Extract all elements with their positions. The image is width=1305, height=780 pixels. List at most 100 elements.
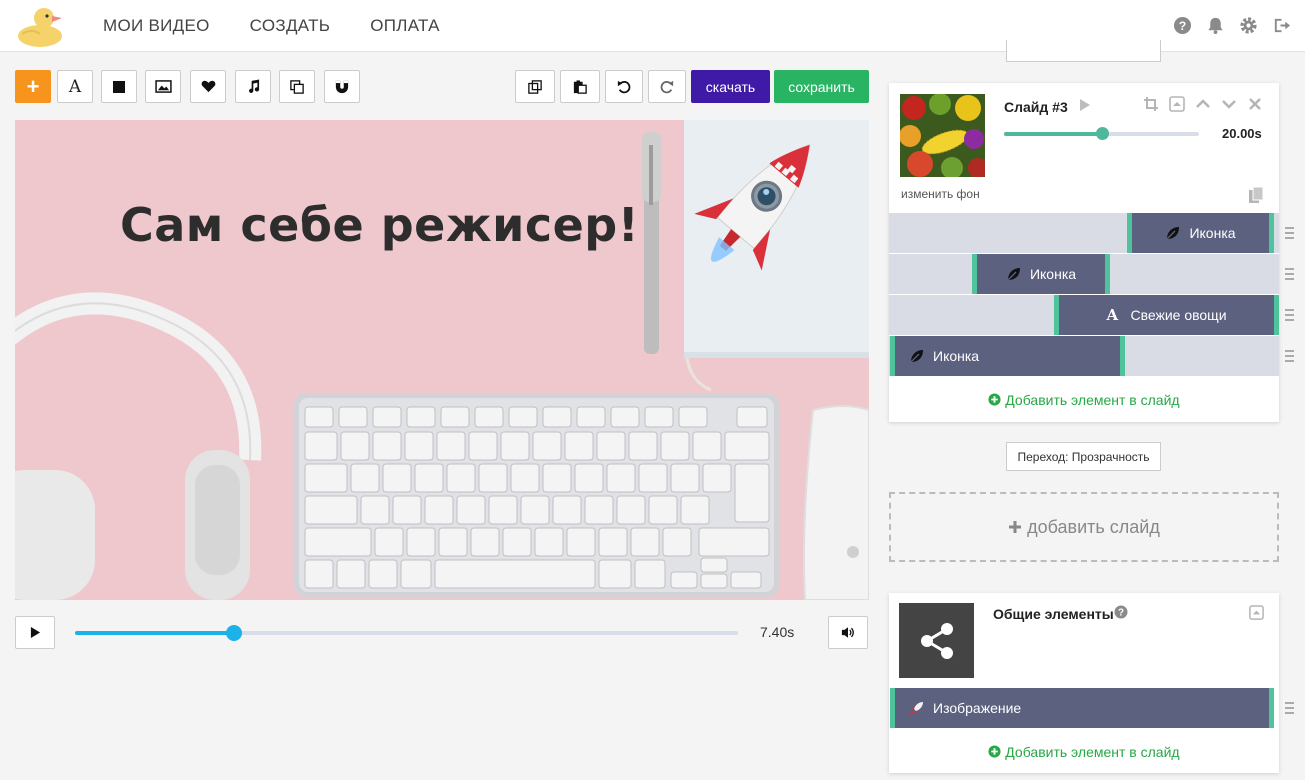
drag-handle-icon[interactable]	[1285, 702, 1294, 714]
slide-play-icon[interactable]	[1078, 98, 1092, 112]
slide-card: изменить фон Слайд #3 20.00s Иконка Икон…	[889, 83, 1294, 422]
heart-icon	[201, 80, 215, 93]
add-slide-button[interactable]: добавить слайд	[889, 492, 1279, 562]
main-nav: МОИ ВИДЕО СОЗДАТЬ ОПЛАТА	[103, 16, 440, 36]
add-element-label: Добавить элемент в слайд	[1005, 392, 1180, 408]
slide-duration-label: 20.00s	[1222, 126, 1262, 141]
slide-title: Слайд #3	[1004, 99, 1068, 115]
element-label: Иконка	[1189, 225, 1236, 241]
add-element-label: Добавить элемент в слайд	[1005, 744, 1180, 760]
move-down-icon[interactable]	[1221, 96, 1237, 112]
common-elements-title: Общие элементы	[993, 606, 1114, 622]
nav-my-videos[interactable]: МОИ ВИДЕО	[103, 16, 210, 36]
canvas-title-text[interactable]: Сам себе режисер!	[120, 198, 639, 252]
timeline-thumb[interactable]	[226, 625, 243, 641]
svg-text:?: ?	[1118, 608, 1124, 619]
canvas-background-image	[15, 120, 869, 600]
timeline-progress	[75, 631, 235, 635]
volume-button[interactable]	[828, 616, 868, 649]
add-shape-button[interactable]	[101, 70, 137, 103]
element-bar[interactable]: A Свежие овощи	[1054, 295, 1279, 335]
magnet-icon	[335, 80, 349, 93]
undo-icon	[617, 80, 631, 93]
rocket-icon	[909, 702, 923, 716]
square-icon	[113, 80, 125, 93]
paste-button[interactable]	[560, 70, 600, 103]
element-row: Иконка	[889, 254, 1279, 294]
slide-duration-progress	[1004, 132, 1102, 136]
help-icon[interactable]: ?	[1114, 605, 1128, 619]
element-bar[interactable]: Иконка	[1127, 213, 1274, 253]
collapse-icon[interactable]	[1249, 605, 1264, 620]
add-element-link[interactable]: Добавить элемент в слайд	[889, 392, 1279, 408]
header-icons: ?	[1173, 16, 1291, 35]
previous-transition-button[interactable]	[1006, 40, 1161, 62]
element-row: Изображение	[889, 688, 1279, 728]
common-elements-thumbnail	[899, 603, 974, 678]
redo-icon	[660, 80, 674, 93]
copy-style-button[interactable]	[515, 70, 555, 103]
drag-handle-icon[interactable]	[1285, 227, 1294, 239]
add-button[interactable]: +	[15, 70, 51, 103]
element-row: Иконка	[889, 336, 1279, 376]
move-up-icon[interactable]	[1195, 96, 1211, 112]
leaf-icon	[1007, 268, 1020, 281]
add-element-link[interactable]: Добавить элемент в слайд	[889, 744, 1279, 760]
magnet-button[interactable]	[324, 70, 360, 103]
element-bar[interactable]: Иконка	[890, 336, 1125, 376]
add-text-button[interactable]: A	[57, 70, 93, 103]
svg-text:?: ?	[1179, 19, 1187, 33]
add-slide-label: добавить слайд	[1027, 516, 1160, 537]
collapse-icon[interactable]	[1169, 96, 1185, 112]
music-note-icon	[248, 79, 259, 93]
undo-button[interactable]	[605, 70, 643, 103]
drag-handle-icon[interactable]	[1285, 309, 1294, 321]
play-icon	[30, 627, 40, 638]
element-row: Иконка	[889, 213, 1279, 253]
slide-duration-thumb[interactable]	[1095, 127, 1109, 140]
nav-payment[interactable]: ОПЛАТА	[370, 16, 440, 36]
duck-logo-icon[interactable]	[14, 4, 64, 48]
save-button[interactable]: сохранить	[774, 70, 869, 103]
bell-icon[interactable]	[1206, 16, 1225, 35]
add-sticker-button[interactable]	[190, 70, 226, 103]
transition-button[interactable]: Переход: Прозрачность	[1006, 442, 1161, 471]
current-time: 7.40s	[760, 624, 795, 640]
logout-icon[interactable]	[1272, 16, 1291, 35]
drag-handle-icon[interactable]	[1285, 350, 1294, 362]
duplicate-button[interactable]	[279, 70, 315, 103]
nav-create[interactable]: СОЗДАТЬ	[250, 16, 331, 36]
redo-button[interactable]	[648, 70, 686, 103]
play-button[interactable]	[15, 616, 55, 649]
element-label: Иконка	[1029, 266, 1077, 282]
drag-handle-icon[interactable]	[1285, 268, 1294, 280]
delete-slide-icon[interactable]	[1247, 96, 1263, 112]
slide-thumbnail[interactable]	[900, 94, 985, 177]
add-music-button[interactable]	[235, 70, 271, 103]
element-bar[interactable]: Изображение	[890, 688, 1274, 728]
share-icon	[920, 622, 953, 659]
crop-icon[interactable]	[1143, 96, 1159, 112]
help-icon[interactable]: ?	[1173, 16, 1192, 35]
image-icon	[154, 80, 172, 93]
plus-circle-icon	[988, 745, 1001, 758]
duplicate-slide-icon[interactable]	[1247, 186, 1265, 204]
slide-controls	[1143, 96, 1263, 112]
leaf-icon	[1166, 227, 1180, 240]
leaf-icon	[910, 350, 923, 363]
element-label: Иконка	[933, 348, 980, 364]
download-button[interactable]: скачать	[691, 70, 770, 103]
add-image-button[interactable]	[145, 70, 181, 103]
copy-icon	[290, 79, 304, 94]
element-bar[interactable]: Иконка	[972, 254, 1110, 294]
element-row: A Свежие овощи	[889, 295, 1279, 335]
text-icon: A	[1106, 306, 1119, 324]
element-label: Изображение	[933, 700, 1022, 716]
timeline-slider[interactable]	[75, 625, 738, 641]
change-background-link[interactable]: изменить фон	[901, 187, 980, 201]
gear-icon[interactable]	[1239, 16, 1258, 35]
video-canvas[interactable]: Сам себе режисер!	[15, 120, 869, 600]
plus-circle-icon	[988, 393, 1001, 406]
slide-duration-slider[interactable]	[1004, 127, 1199, 140]
common-elements-card: Общие элементы ? Изображение Добавить эл…	[889, 593, 1294, 773]
